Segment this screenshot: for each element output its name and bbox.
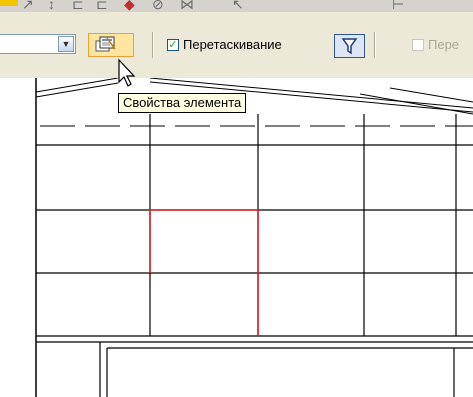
tool-icon[interactable]: ↕ [48,0,55,12]
toolbar-icon-strip [0,0,18,6]
chevron-down-icon[interactable]: ▼ [58,36,74,52]
element-type-combobox[interactable]: ▼ [0,34,76,54]
filter-button[interactable] [334,34,365,58]
selected-element [149,209,259,273]
filter-icon [341,38,358,55]
mouse-cursor-icon [118,58,136,87]
toolbar-separator [374,32,375,58]
tooltip: Свойства элемента [118,93,247,113]
properties-icon [95,36,116,52]
second-checkbox-label: Пере [428,37,460,52]
drawing-canvas[interactable] [0,78,473,397]
drag-checkbox[interactable]: ✓ [167,39,179,51]
element-properties-button[interactable] [88,33,134,57]
drag-checkbox-label: Перетаскивание [183,37,282,52]
toolbar: ▼ ✓ Перетаскивание Пере [0,12,473,78]
second-checkbox[interactable] [412,39,424,51]
roof-line [359,93,473,115]
toolbar-separator [152,32,153,58]
roof-line [389,87,473,103]
